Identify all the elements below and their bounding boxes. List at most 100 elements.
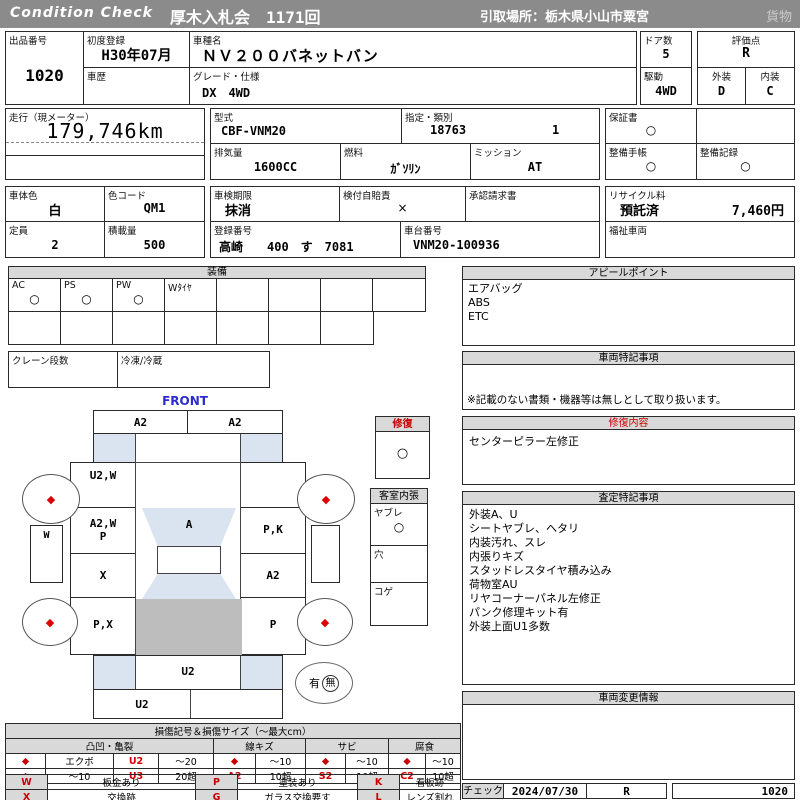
first-registration-box: 初度登録 H30年07月 (83, 31, 190, 68)
code-cell: P (195, 774, 238, 790)
equipment-cell (320, 278, 373, 312)
equipment-label: PS (64, 280, 76, 291)
panel-code: P (269, 618, 277, 631)
code-desc: 交換跡 (47, 789, 196, 800)
capacity-box: 定員 2 (5, 221, 105, 258)
change-info-title: 車両変更情報 (598, 693, 659, 704)
registration-number-label: 登録番号 (214, 226, 253, 237)
damage-diamond-icon: ◆ (46, 492, 56, 506)
rear-glass (141, 574, 237, 599)
load-label: 積載量 (108, 226, 137, 237)
legend-cell: U2 (113, 753, 159, 769)
displacement-value: 1600CC (253, 160, 298, 174)
panel-code: U2 (181, 665, 195, 678)
warranty-mark: ○ (645, 123, 657, 137)
maintenance-book-box: 整備手帳 ○ (605, 143, 697, 180)
interior-score-value: C (766, 84, 774, 98)
score-label: 評価点 (731, 36, 761, 47)
fridge-box: 冷凍/冷蔵 (117, 351, 270, 388)
equipment-mark: ○ (81, 292, 92, 306)
wheel-rear-left: ◆ (22, 598, 78, 646)
warranty-blank-box (696, 108, 795, 144)
assessment-line: シートヤブレ、ヘタリ (469, 522, 579, 535)
equipment-cell (164, 311, 217, 345)
class-number-value: 1 (552, 123, 560, 137)
chassis-number-value: VNM20-100936 (413, 238, 500, 252)
equipment-cell (216, 311, 269, 345)
inspection-value: 抹消 (225, 204, 252, 219)
recycle-fee-value: 7,460円 (731, 204, 784, 219)
fender-right-cell (240, 462, 306, 508)
mileage-divider-solid (6, 155, 204, 156)
crane-label: クレーン段数 (12, 356, 69, 367)
model-code-label: 型式 (214, 113, 234, 124)
equipment-cell (8, 311, 61, 345)
check-grade-cell: R (586, 783, 667, 799)
equipment-cell-wtire: Wﾀｲﾔ (164, 278, 217, 312)
recycle-status-value: 預託済 (620, 204, 660, 219)
check-label: チェック (463, 786, 503, 797)
equipment-label: AC (12, 280, 25, 291)
lot-number-box: 出品番号 1020 (5, 31, 84, 105)
chassis-number-box: 車台番号 VNM20-100936 (400, 221, 600, 258)
welfare-box: 福祉車両 (605, 221, 795, 258)
exterior-score-box: 外装 D (697, 67, 746, 105)
panel-left-cell: X (70, 553, 136, 598)
assessment-line: 荷物室AU (469, 578, 518, 591)
panel-code: A (185, 518, 193, 531)
panel-code: P,X (93, 618, 113, 631)
vehicle-notes-title: 車両特記事項 (598, 353, 659, 364)
assessment-line: リヤコーナーパネル左修正 (469, 592, 601, 605)
tail-band: U2 (93, 655, 283, 690)
color-code-value: QM1 (143, 201, 166, 215)
fuel-label: 燃料 (344, 148, 364, 159)
maintenance-record-mark: ○ (740, 159, 751, 173)
cabin-lining-header: 客室内張 (370, 488, 428, 504)
code-desc: 看板跡 (399, 774, 461, 790)
assessment-line: 外装上面U1多数 (469, 620, 551, 633)
equipment-label: PW (116, 280, 132, 291)
panel-code: U2,W (89, 469, 117, 482)
legend-cell: ～10 (255, 753, 306, 769)
rear-left-cell: P,X (70, 597, 136, 655)
windshield-glass: A (141, 508, 237, 546)
repair-flag-label: 修復 (392, 419, 413, 430)
cowl-band (93, 433, 283, 463)
insurance-mark: × (397, 201, 408, 215)
load-value: 500 (143, 238, 166, 252)
rear-bumper-divider (190, 690, 191, 718)
legend-cell: ～10 (424, 753, 462, 769)
equipment-cell-ps: PS ○ (60, 278, 113, 312)
panel-code: W (43, 530, 50, 541)
appeal-title: アピールポイント (588, 268, 669, 279)
code-cell: W (5, 774, 48, 790)
exterior-score-label: 外装 (711, 72, 731, 83)
appeal-line: ETC (468, 310, 489, 323)
approval-box: 承認請求書 (465, 186, 600, 222)
panel-code: A2,W (89, 517, 117, 530)
equipment-cell (112, 311, 165, 345)
designation-label: 指定・類別 (405, 113, 453, 124)
diamond-icon: ◆ (305, 753, 346, 769)
grade-label: グレード・仕様 (193, 72, 260, 83)
damage-diamond-icon: ◆ (321, 492, 331, 506)
repair-content-line: センターピラー左修正 (469, 435, 579, 448)
code-desc: 塗装あり (237, 774, 358, 790)
code-cell: G (195, 789, 238, 800)
check-lot: 1020 (761, 785, 789, 798)
model-name-box: 車種名 ＮＶ２００バネットバン (189, 31, 637, 68)
drive-value: 4WD (655, 84, 677, 98)
code-desc: 板金あり (47, 774, 196, 790)
transmission-box: ミッション AT (470, 143, 600, 180)
cowl-corner-right (240, 434, 282, 462)
code-desc: ガラス交換要す (237, 789, 358, 800)
fuel-box: 燃料 ｶﾞｿﾘﾝ (340, 143, 471, 180)
change-info-content (462, 704, 795, 780)
equipment-cell-ac: AC ○ (8, 278, 61, 312)
auction-sheet: Condition Check 厚木入札会 1171回 引取場所：栃木県小山市粟… (0, 0, 800, 800)
cabin-roof (157, 546, 221, 574)
equipment-cell (268, 278, 321, 312)
panel-code: A2 (228, 416, 242, 429)
code-cell: L (357, 789, 400, 800)
repair-flag-header: 修復 (375, 416, 430, 432)
